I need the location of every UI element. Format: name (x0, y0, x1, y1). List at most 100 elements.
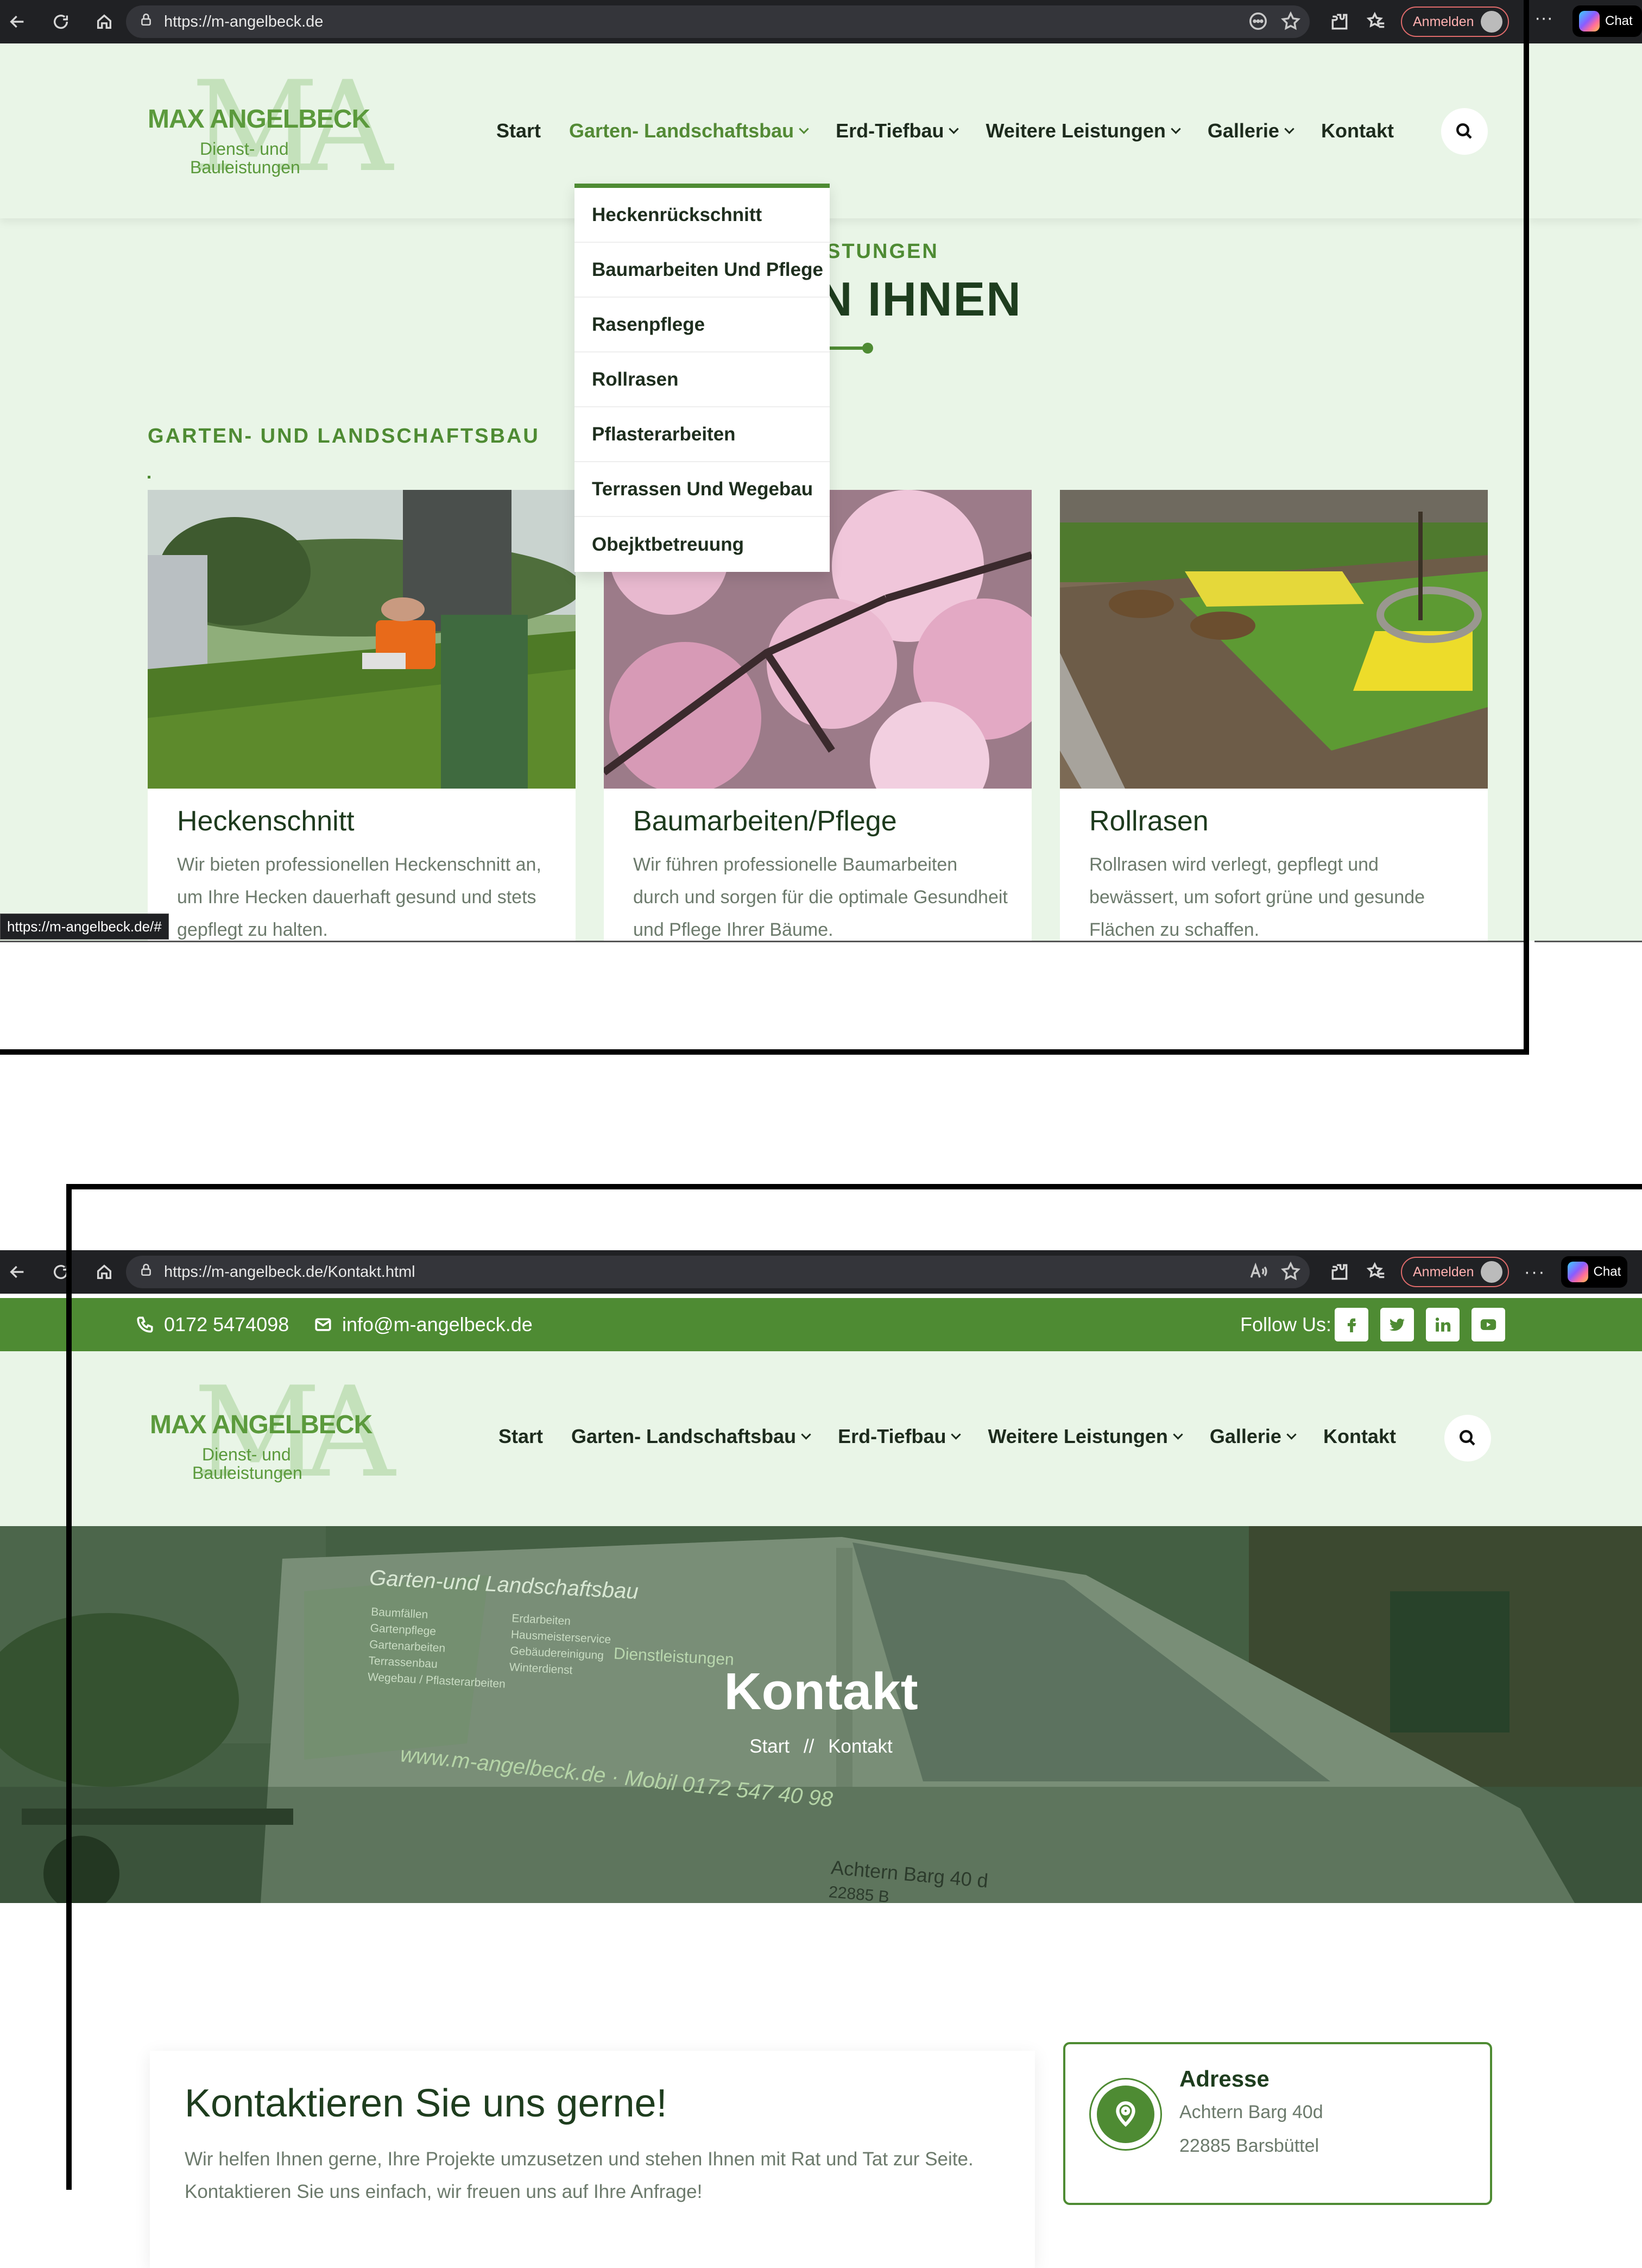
extensions-icon[interactable] (1329, 1262, 1350, 1282)
browser-toolbar-overflow: Chat ··· (1529, 0, 1642, 43)
chevron-down-icon (951, 1429, 962, 1440)
home-icon[interactable] (92, 10, 116, 34)
nav-weitere[interactable]: Weitere Leistungen (988, 1425, 1183, 1448)
address-icon-ring (1089, 2078, 1162, 2151)
chevron-down-icon (1173, 1429, 1183, 1440)
chevron-down-icon (1284, 123, 1294, 134)
phone-icon (137, 1316, 153, 1333)
site-logo[interactable]: MA MAX ANGELBECK Dienst- und Bauleistung… (148, 65, 393, 190)
twitter-icon[interactable] (1380, 1308, 1414, 1341)
nav-weitere-label: Weitere Leistungen (988, 1425, 1168, 1447)
category-title: GARTEN- UND LANDSCHAFTSBAU (148, 425, 540, 448)
chevron-down-icon (799, 123, 809, 134)
site-logo[interactable]: MA MAX ANGELBECK Dienst- und Bauleistung… (150, 1371, 395, 1496)
back-icon[interactable] (5, 1260, 29, 1284)
mail-icon (315, 1318, 331, 1331)
favorite-star-icon[interactable] (1280, 11, 1301, 32)
menu-item-rasenpflege[interactable]: Rasenpflege (574, 298, 830, 352)
reader-icon[interactable] (1248, 11, 1268, 32)
nav-start[interactable]: Start (496, 119, 541, 142)
panel-homepage: https://m-angelbeck.de Anmelden ··· Chat… (0, 0, 1529, 1055)
copilot-label: Chat (1593, 1264, 1621, 1279)
extensions-icon[interactable] (1329, 11, 1350, 32)
copilot-icon (1579, 11, 1600, 32)
browser-toolbar: https://m-angelbeck.de Anmelden ··· Chat (0, 0, 1529, 43)
nav-kontakt-label: Kontakt (1321, 119, 1394, 142)
logo-tagline-1: Dienst- und (200, 139, 289, 159)
card-title: Rollrasen (1089, 805, 1209, 837)
form-text: Wir helfen Ihnen gerne, Ihre Projekte um… (185, 2149, 974, 2202)
map-pin-icon (1116, 2101, 1135, 2127)
copilot-icon (1567, 1262, 1588, 1282)
nav-gallerie[interactable]: Gallerie (1208, 119, 1294, 142)
breadcrumb-current: Kontakt (828, 1736, 893, 1757)
favorites-icon[interactable] (1366, 1262, 1387, 1282)
more-options-icon[interactable]: ··· (1534, 8, 1553, 29)
linkedin-icon[interactable] (1426, 1308, 1460, 1341)
nav-start[interactable]: Start (498, 1425, 543, 1448)
search-button[interactable] (1441, 108, 1488, 155)
nav-erd-tiefbau[interactable]: Erd-Tiefbau (838, 1425, 962, 1448)
chevron-down-icon (949, 123, 959, 134)
home-icon[interactable] (92, 1260, 116, 1284)
nav-garten[interactable]: Garten- Landschaftsbau (571, 1425, 811, 1448)
address-city: 22885 Barsbüttel (1179, 2135, 1319, 2156)
menu-item-pflasterarbeiten[interactable]: Pflasterarbeiten (574, 407, 830, 462)
youtube-icon[interactable] (1472, 1308, 1505, 1341)
nav-garten-label: Garten- Landschaftsbau (571, 1425, 797, 1447)
topbar-phone[interactable]: 0172 5474098 (136, 1313, 289, 1336)
panel2-frame-left (66, 1184, 72, 2190)
nav-erd-label: Erd-Tiefbau (838, 1425, 946, 1447)
nav-erd-tiefbau[interactable]: Erd-Tiefbau (836, 119, 959, 142)
panel2-frame-top (66, 1184, 1642, 1189)
topbar-email[interactable]: info@m-angelbeck.de (314, 1313, 533, 1336)
more-options-icon[interactable]: ··· (1524, 11, 1529, 33)
copilot-button-overflow[interactable]: Chat (1572, 5, 1642, 37)
nav-start-label: Start (498, 1425, 544, 1447)
breadcrumb-home[interactable]: Start (749, 1736, 790, 1757)
chevron-down-icon (1171, 123, 1181, 134)
menu-item-baumarbeiten[interactable]: Baumarbeiten Und Pflege (574, 243, 830, 298)
favorites-icon[interactable] (1366, 11, 1387, 32)
page-viewport: MA MAX ANGELBECK Dienst- und Bauleistung… (0, 43, 1524, 941)
nav-kontakt[interactable]: Kontakt (1321, 119, 1394, 142)
lock-icon (139, 12, 164, 31)
menu-item-terrassen[interactable]: Terrassen Und Wegebau (574, 462, 830, 517)
facebook-icon[interactable] (1335, 1308, 1368, 1341)
contact-topbar: 0172 5474098 info@m-angelbeck.de Follow … (0, 1298, 1642, 1351)
back-icon[interactable] (5, 10, 29, 34)
logo-tagline-2: Bauleistungen (192, 1463, 302, 1483)
favorite-star-icon[interactable] (1280, 1261, 1301, 1282)
service-card-rollrasen[interactable]: Rollrasen Rollrasen wird verlegt, gepfle… (1060, 490, 1488, 941)
read-aloud-icon[interactable] (1248, 1261, 1268, 1282)
logo-tagline-1: Dienst- und (202, 1445, 291, 1464)
nav-garten[interactable]: Garten- Landschaftsbau (569, 119, 809, 142)
copilot-label: Chat (1605, 14, 1633, 28)
address-bar[interactable]: https://m-angelbeck.de (126, 5, 1310, 38)
section-subtitle: STUNGEN (826, 240, 939, 263)
menu-item-objektbetreuung[interactable]: Obejktbetreuung (574, 517, 830, 572)
nav-kontakt[interactable]: Kontakt (1323, 1425, 1396, 1448)
card-image-rollrasen (1060, 490, 1488, 789)
lock-icon (139, 1263, 164, 1281)
main-nav: Start Garten- Landschaftsbau Erd-Tiefbau… (498, 1425, 1424, 1448)
more-options-icon[interactable]: ··· (1524, 1262, 1546, 1283)
menu-item-rollrasen[interactable]: Rollrasen (574, 352, 830, 407)
copilot-button[interactable]: Chat (1561, 1256, 1628, 1288)
reload-icon[interactable] (49, 10, 73, 34)
nav-gallerie[interactable]: Gallerie (1210, 1425, 1297, 1448)
search-button[interactable] (1444, 1415, 1491, 1461)
card-text: Wir bieten professionellen Heckenschnitt… (177, 854, 541, 940)
card-text: Wir führen professionelle Baumarbeiten d… (633, 854, 1008, 940)
address-bar[interactable]: https://m-angelbeck.de/Kontakt.html (126, 1256, 1310, 1288)
signin-button[interactable]: Anmelden (1401, 1257, 1509, 1287)
card-image-heckenschnitt (148, 490, 576, 789)
card-title: Baumarbeiten/Pflege (633, 805, 897, 837)
signin-button[interactable]: Anmelden (1401, 7, 1509, 37)
menu-item-heckenrueckschnitt[interactable]: Heckenrückschnitt (574, 188, 830, 243)
card-text: Rollrasen wird verlegt, gepflegt und bew… (1089, 854, 1425, 940)
nav-kontakt-label: Kontakt (1323, 1425, 1396, 1447)
service-card-heckenschnitt[interactable]: Heckenschnitt Wir bieten professionellen… (148, 490, 576, 941)
nav-weitere[interactable]: Weitere Leistungen (986, 119, 1181, 142)
viewport-bottom-edge (0, 941, 1524, 942)
